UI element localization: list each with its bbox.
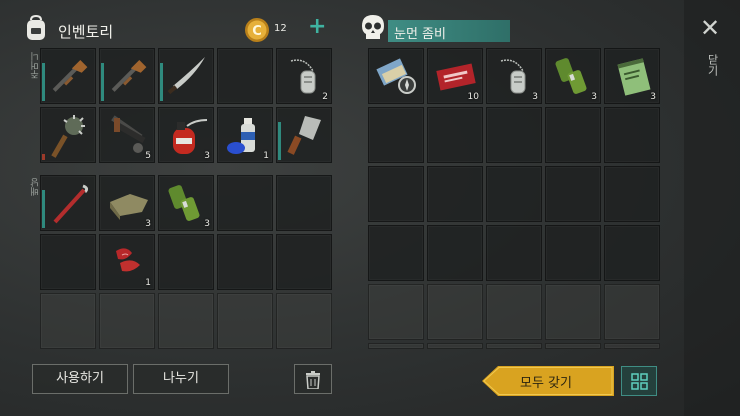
zombie-name-bar: 눈먼 좀비: [388, 20, 510, 42]
use-button[interactable]: 사용하기: [32, 364, 128, 394]
take-all-label: 모두 갖기: [520, 376, 572, 391]
trash-button[interactable]: [294, 364, 332, 394]
split-button[interactable]: 나누기: [133, 364, 229, 394]
item-count: 3: [650, 92, 656, 102]
item-count: 1: [145, 278, 151, 288]
backpack-slot-9[interactable]: [217, 234, 273, 290]
loot-slot-4[interactable]: 3: [545, 48, 601, 104]
locked-slot: [276, 293, 332, 349]
loot-slot-empty[interactable]: [604, 343, 660, 349]
loot-slot-5[interactable]: 3: [604, 48, 660, 104]
loot-slot-1[interactable]: [368, 48, 424, 104]
backpack-slot-4[interactable]: [217, 175, 273, 231]
locked-slot: [99, 293, 155, 349]
durability-bar: [42, 63, 45, 101]
loot-slot-empty[interactable]: [368, 343, 424, 349]
loot-slot-empty[interactable]: [427, 284, 483, 340]
durability-bar: [42, 154, 45, 160]
pocket-slot-3[interactable]: [158, 48, 214, 104]
svg-text:C: C: [252, 24, 262, 39]
item-count: 3: [204, 219, 210, 229]
coin-icon: C: [244, 17, 270, 43]
durability-bar: [42, 190, 45, 228]
zombie-name: 눈먼 좀비: [394, 27, 446, 42]
loot-slot-empty[interactable]: [368, 225, 424, 281]
loot-slot-empty[interactable]: [604, 284, 660, 340]
grid-view-icon: [631, 373, 648, 394]
backpack-slot-2[interactable]: 3: [99, 175, 155, 231]
loot-slot-empty[interactable]: [368, 166, 424, 222]
loot-header: 눈먼 좀비: [360, 14, 520, 48]
locked-slot: [217, 293, 273, 349]
pocket-slot-6[interactable]: [40, 107, 96, 163]
loot-slot-empty[interactable]: [545, 284, 601, 340]
loot-slot-empty[interactable]: [545, 225, 601, 281]
pocket-slot-9[interactable]: 1: [217, 107, 273, 163]
loot-slot-empty[interactable]: [427, 166, 483, 222]
item-count: 2: [322, 92, 328, 102]
pocket-slot-8[interactable]: 3: [158, 107, 214, 163]
item-count: 5: [145, 151, 151, 161]
backpack-slot-10[interactable]: [276, 234, 332, 290]
loot-slot-empty[interactable]: [427, 225, 483, 281]
pocket-slot-2[interactable]: [99, 48, 155, 104]
loot-slot-empty[interactable]: [486, 343, 542, 349]
backpack-slot-3[interactable]: 3: [158, 175, 214, 231]
close-label[interactable]: 닫기: [704, 54, 720, 76]
close-sidebar: ✕ 닫기: [684, 0, 740, 416]
add-coins-button[interactable]: +: [308, 14, 326, 39]
backpack-icon: [24, 14, 48, 42]
item-count: 1: [263, 151, 269, 161]
pocket-slot-4[interactable]: [217, 48, 273, 104]
loot-slot-empty[interactable]: [486, 166, 542, 222]
take-all-button[interactable]: 모두 갖기: [482, 366, 614, 396]
backpack-slot-8[interactable]: [158, 234, 214, 290]
item-count: 3: [532, 92, 538, 102]
coin-count: 12: [274, 23, 287, 34]
loot-slot-empty[interactable]: [545, 166, 601, 222]
loot-slot-empty[interactable]: [427, 343, 483, 349]
loot-slot-empty[interactable]: [368, 107, 424, 163]
loot-slot-3[interactable]: 3: [486, 48, 542, 104]
inventory-header: 인벤토리 C 12 +: [24, 14, 334, 48]
loot-slot-empty[interactable]: [486, 284, 542, 340]
close-icon[interactable]: ✕: [700, 14, 720, 42]
pocket-slot-5[interactable]: 2: [276, 48, 332, 104]
locked-slot: [40, 293, 96, 349]
loot-slot-empty[interactable]: [604, 225, 660, 281]
item-count: 3: [145, 219, 151, 229]
grid-view-button[interactable]: [621, 366, 657, 396]
durability-bar: [160, 63, 163, 101]
loot-slot-empty[interactable]: [427, 107, 483, 163]
item-count: 10: [467, 92, 479, 102]
loot-slot-empty[interactable]: [486, 107, 542, 163]
loot-slot-empty[interactable]: [604, 107, 660, 163]
backpack-slot-6[interactable]: [40, 234, 96, 290]
durability-bar: [278, 122, 281, 160]
pocket-slot-1[interactable]: [40, 48, 96, 104]
trash-icon: [305, 371, 321, 400]
loot-slot-empty[interactable]: [486, 225, 542, 281]
skull-icon: [360, 14, 386, 46]
pocket-slot-7[interactable]: 5: [99, 107, 155, 163]
loot-slot-empty[interactable]: [545, 343, 601, 349]
item-count: 3: [204, 151, 210, 161]
loot-slot-2[interactable]: 10: [427, 48, 483, 104]
item-count: 3: [591, 92, 597, 102]
backpack-slot-5[interactable]: [276, 175, 332, 231]
locked-slot: [158, 293, 214, 349]
loot-slot-empty[interactable]: [545, 107, 601, 163]
backpack-slot-7[interactable]: 1: [99, 234, 155, 290]
loot-slot-empty[interactable]: [368, 284, 424, 340]
loot-slot-empty[interactable]: [604, 166, 660, 222]
durability-bar: [101, 63, 104, 101]
inventory-title: 인벤토리: [58, 23, 114, 41]
backpack-slot-1[interactable]: [40, 175, 96, 231]
pocket-slot-10[interactable]: [276, 107, 332, 163]
